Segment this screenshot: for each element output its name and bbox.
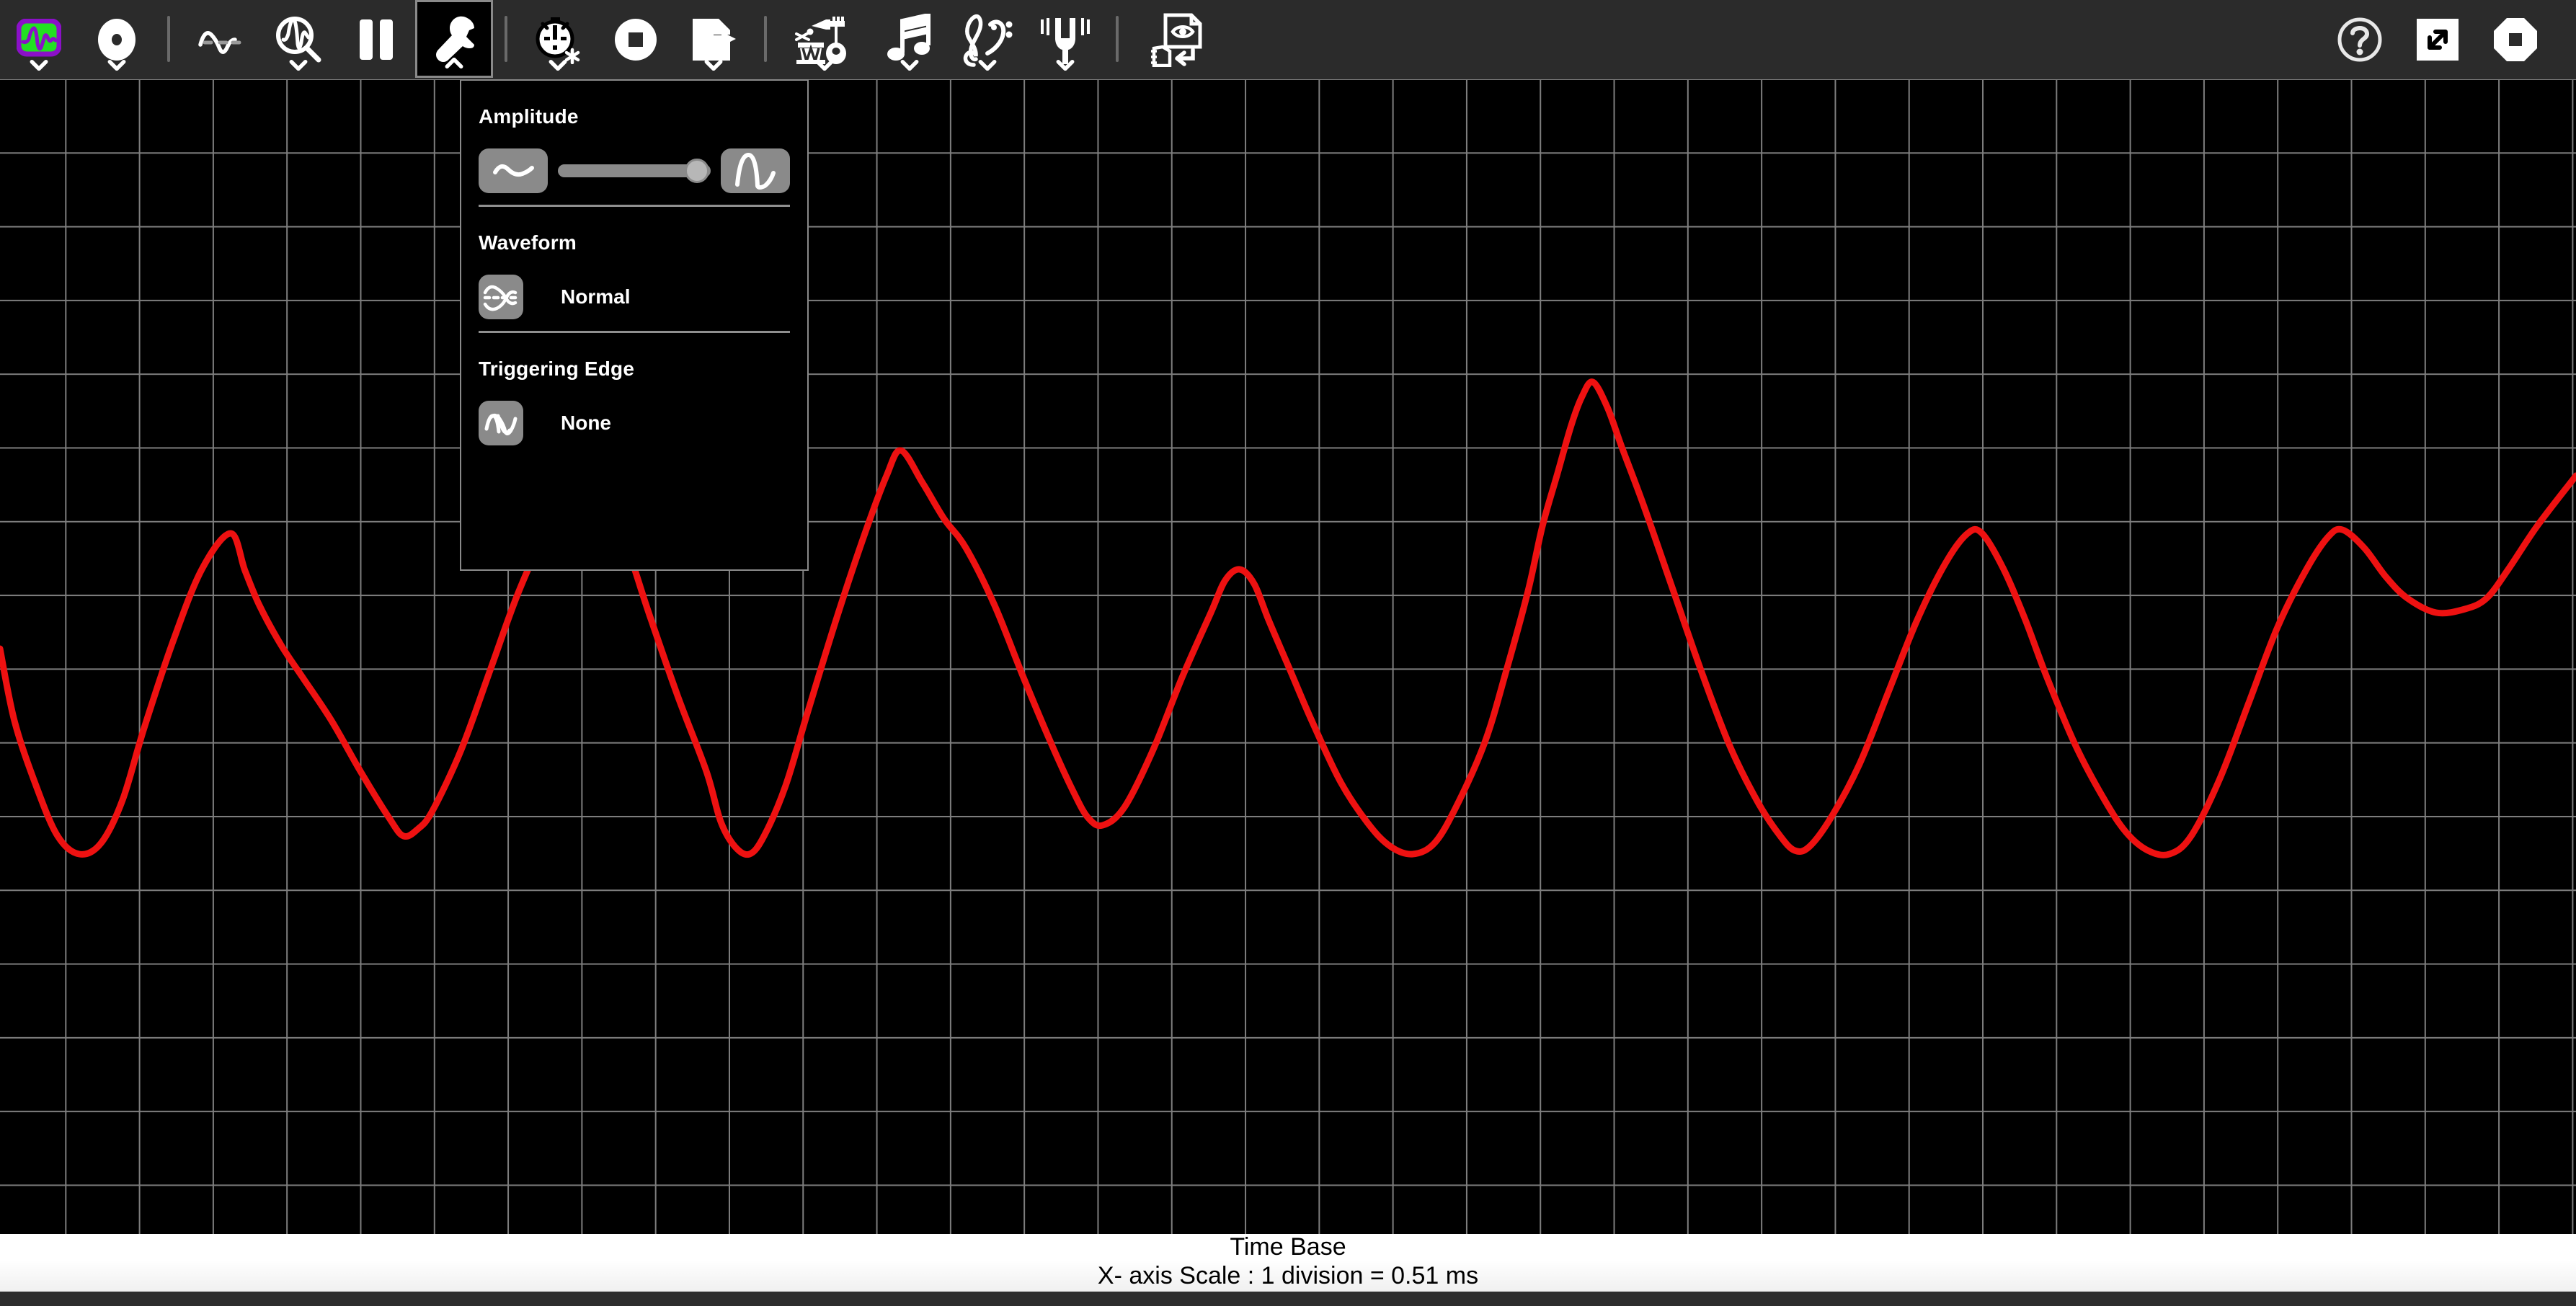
toolbar-left-group bbox=[0, 0, 1222, 79]
music-note-icon[interactable] bbox=[871, 0, 949, 79]
app-logo-icon[interactable] bbox=[0, 0, 78, 79]
stop-octagon-icon[interactable] bbox=[2477, 0, 2554, 79]
small-wave-icon[interactable] bbox=[479, 148, 548, 193]
waveform-normal-icon[interactable] bbox=[479, 275, 523, 319]
triggering-edge-title: Triggering Edge bbox=[479, 357, 635, 380]
export-file-icon[interactable] bbox=[675, 0, 752, 79]
waveform-option-row[interactable]: Normal bbox=[479, 259, 790, 319]
wrench-icon[interactable] bbox=[415, 0, 493, 78]
system-bar bbox=[0, 1292, 2576, 1306]
waveform-title: Waveform bbox=[479, 231, 577, 254]
chevron-down-icon bbox=[548, 59, 567, 71]
amplitude-section: Amplitude bbox=[461, 81, 807, 207]
help-icon[interactable] bbox=[2321, 0, 2399, 79]
chevron-down-icon bbox=[289, 59, 308, 71]
chevron-down-icon bbox=[107, 59, 126, 71]
toolbar-right-group bbox=[2321, 0, 2576, 79]
chevron-down-icon bbox=[815, 59, 834, 71]
waveform-section: Waveform Normal bbox=[461, 207, 807, 333]
chevron-down-icon bbox=[900, 59, 919, 71]
amplitude-slider[interactable] bbox=[558, 148, 711, 193]
toolbar-divider bbox=[1116, 16, 1119, 62]
chevron-down-icon bbox=[704, 59, 723, 71]
timebase-scale: X- axis Scale : 1 division = 0.51 ms bbox=[1097, 1261, 1479, 1289]
stopwatch-icon[interactable] bbox=[519, 0, 597, 79]
clef-icon[interactable] bbox=[949, 0, 1026, 79]
stop-record-icon[interactable] bbox=[597, 0, 675, 79]
waveform-trace bbox=[0, 378, 2576, 858]
waveform-icon[interactable] bbox=[182, 0, 259, 79]
chevron-up-icon bbox=[445, 58, 463, 69]
record-icon[interactable] bbox=[78, 0, 156, 79]
waveform-zoom-icon[interactable] bbox=[259, 0, 337, 79]
amplitude-title: Amplitude bbox=[479, 105, 579, 128]
chevron-down-icon bbox=[1056, 59, 1075, 71]
trigger-edge-icon[interactable] bbox=[479, 401, 523, 445]
triggering-edge-section: Triggering Edge None bbox=[461, 333, 807, 445]
oscilloscope-app: Amplitude Waveform Normal Triggering Edg… bbox=[0, 0, 2576, 1306]
timebase-footer: Time Base X- axis Scale : 1 division = 0… bbox=[0, 1234, 2576, 1292]
triggering-edge-value: None bbox=[561, 412, 611, 434]
amplitude-slider-thumb[interactable] bbox=[685, 159, 709, 183]
triggering-edge-option-row[interactable]: None bbox=[479, 385, 790, 445]
chevron-down-icon bbox=[978, 59, 997, 71]
preview-page-icon[interactable] bbox=[1130, 0, 1222, 79]
scope-display[interactable] bbox=[0, 79, 2576, 1234]
amplitude-control-row bbox=[479, 133, 790, 193]
chevron-down-icon bbox=[30, 59, 48, 71]
toolbar-divider bbox=[764, 16, 767, 62]
pause-icon[interactable] bbox=[337, 0, 415, 79]
instruments-icon[interactable] bbox=[778, 0, 871, 79]
waveform-value: Normal bbox=[561, 285, 631, 308]
main-toolbar bbox=[0, 0, 2576, 79]
toolbar-divider bbox=[167, 16, 170, 62]
fullscreen-icon[interactable] bbox=[2399, 0, 2477, 79]
large-wave-icon[interactable] bbox=[721, 148, 790, 193]
tuning-fork-icon[interactable] bbox=[1026, 0, 1104, 79]
toolbar-divider bbox=[505, 16, 507, 62]
settings-dropdown-panel: Amplitude Waveform Normal Triggering Edg… bbox=[460, 79, 809, 571]
timebase-title: Time Base bbox=[1230, 1232, 1346, 1261]
